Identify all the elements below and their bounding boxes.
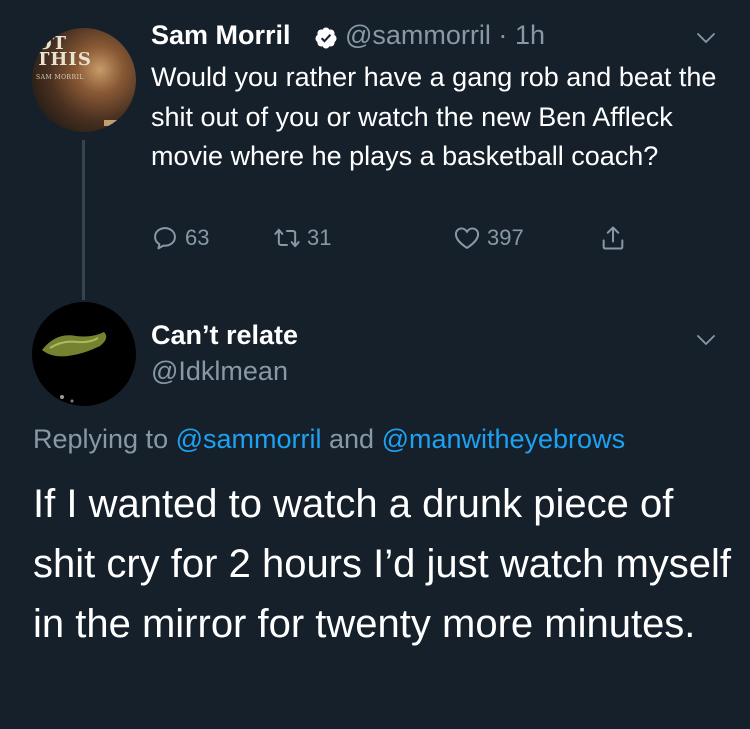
reply-icon xyxy=(154,227,176,250)
like-button[interactable]: 397 xyxy=(453,224,524,252)
author-handle[interactable]: @sammorril xyxy=(345,20,491,50)
retweet-button[interactable]: 31 xyxy=(273,224,331,252)
verified-badge-icon xyxy=(315,27,337,49)
retweet-count: 31 xyxy=(307,225,332,250)
share-icon xyxy=(602,226,624,250)
reply-button[interactable]: 63 xyxy=(151,224,209,252)
replying-to: Replying to @sammorril and @manwitheyebr… xyxy=(33,424,625,455)
like-count: 397 xyxy=(487,225,524,250)
mention-link[interactable]: @sammorril xyxy=(176,424,322,454)
reply-author-handle[interactable]: @Idklmean xyxy=(151,356,288,387)
reply-author-name[interactable]: Can’t relate xyxy=(151,320,298,351)
separator: · xyxy=(498,20,508,50)
chevron-down-icon[interactable] xyxy=(694,26,718,50)
chevron-down-icon[interactable] xyxy=(694,328,718,352)
reply-avatar[interactable] xyxy=(32,302,136,406)
avatar-poster-title: OT THIS xyxy=(36,33,92,70)
reply-count: 63 xyxy=(185,225,210,250)
replying-and: and xyxy=(321,424,382,454)
tweet-text: Would you rather have a gang rob and bea… xyxy=(151,62,717,171)
retweet-icon xyxy=(274,228,300,248)
reply-avatar-image xyxy=(42,332,107,403)
timestamp[interactable]: 1h xyxy=(515,20,545,50)
author-handle-time[interactable]: @sammorril · 1h xyxy=(345,20,545,51)
reply-text: If I wanted to watch a drunk piece of sh… xyxy=(33,482,732,646)
replying-prefix: Replying to xyxy=(33,424,176,454)
thread-line xyxy=(82,140,85,300)
mention-link[interactable]: @manwitheyebrows xyxy=(382,424,626,454)
avatar-poster-subtitle: SAM MORRIL xyxy=(36,74,84,81)
share-button[interactable] xyxy=(599,224,633,252)
heart-icon xyxy=(454,227,480,249)
author-name[interactable]: Sam Morril xyxy=(151,20,291,51)
avatar-poster-strip xyxy=(104,120,132,126)
avatar[interactable]: OT THIS SAM MORRIL xyxy=(32,28,136,132)
